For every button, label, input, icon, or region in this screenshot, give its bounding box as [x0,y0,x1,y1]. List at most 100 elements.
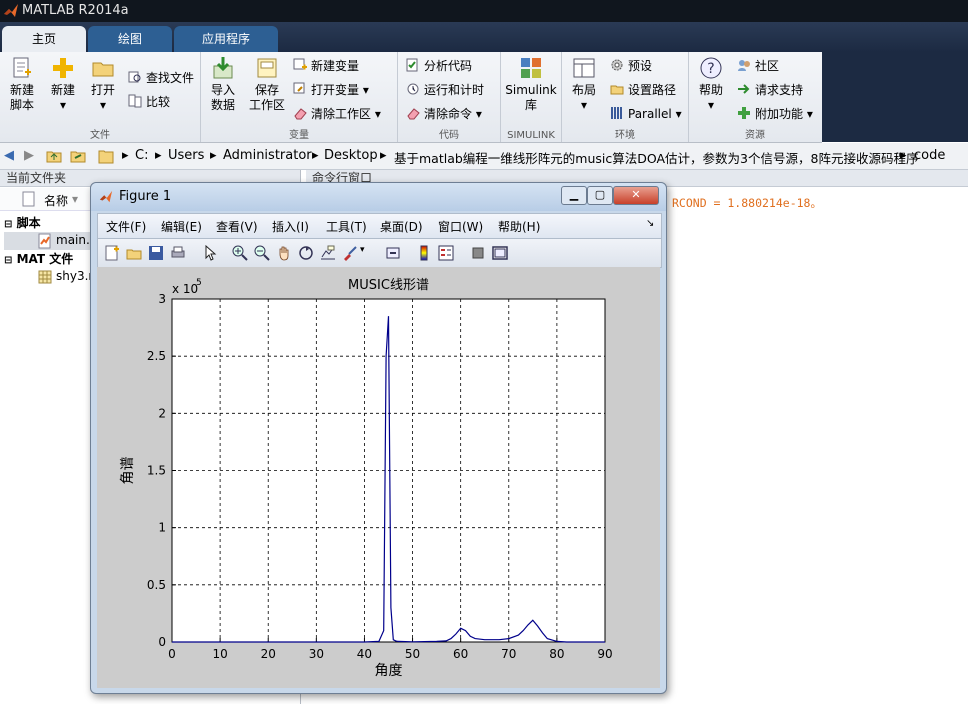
breadcrumb-sep-icon: ▸ [900,148,907,163]
new-variable-button[interactable]: 新建变量 [293,56,359,76]
brush-icon[interactable] [342,245,358,261]
y-tick-label: 3 [158,292,166,306]
breadcrumb-part[interactable]: C: [135,148,148,163]
x-tick-label: 60 [453,647,468,661]
hide-plot-tools-icon[interactable] [470,245,486,261]
community-button[interactable]: 社区 [737,56,779,76]
run-and-time-button[interactable]: 运行和计时 [406,80,484,100]
tab-home[interactable]: 主页 [2,26,86,52]
compare-button[interactable]: 比较 [128,92,170,112]
new-variable-icon [293,58,307,70]
show-plot-tools-icon[interactable] [492,245,508,261]
address-bar: ◀ ▶ ▸ C: ▸ Users ▸ Administrator ▸ Deskt… [0,143,968,170]
help-button[interactable]: ? 帮助 ▾ [693,56,729,113]
collapse-icon[interactable]: ⊟ [4,255,12,266]
preferences-button[interactable]: 预设 [610,56,652,76]
save-icon[interactable] [148,245,164,261]
open-button[interactable]: 打开 ▾ [86,56,120,113]
set-path-button[interactable]: 设置路径 [610,80,676,100]
layout-button[interactable]: 布局 ▾ [566,56,602,113]
minimize-button[interactable]: ▁ [561,186,587,205]
breadcrumb-part[interactable]: code [914,148,945,163]
new-script-button[interactable]: 新建 脚本 [4,56,40,113]
folder-icon [98,150,114,164]
back-icon[interactable]: ◀ [4,148,14,163]
zoom-out-icon[interactable] [254,245,270,261]
open-variable-button[interactable]: 打开变量 ▾ [293,80,369,100]
clear-commands-button[interactable]: 清除命令 ▾ [406,104,482,124]
pan-hand-icon[interactable] [276,245,292,261]
name-column[interactable]: 名称 [44,192,68,209]
simulink-library-button[interactable]: Simulink 库 [505,56,557,113]
breadcrumb-part[interactable]: Administrator [223,148,312,163]
plus-icon [738,107,750,119]
breadcrumb-sep-icon: ▸ [155,148,162,163]
forward-icon[interactable]: ▶ [24,148,34,163]
menu-help[interactable]: 帮助(H) [498,218,540,235]
maximize-button[interactable]: ▢ [587,186,613,205]
breadcrumb-part[interactable]: Users [168,148,204,163]
parallel-icon [611,107,622,119]
menu-view[interactable]: 查看(V) [216,218,258,235]
import-data-button[interactable]: 导入 数据 [205,56,241,113]
simulink-group: Simulink 库 SIMULINK [501,52,562,142]
tab-apps[interactable]: 应用程序 [174,26,278,52]
link-plot-icon[interactable] [386,245,402,261]
figure-menubar: 文件(F) 编辑(E) 查看(V) 插入(I) 工具(T) 桌面(D) 窗口(W… [97,213,662,239]
up-folder-icon[interactable] [46,148,62,164]
x-tick-label: 70 [501,647,516,661]
open-file-icon[interactable] [126,245,142,261]
request-support-button[interactable]: 请求支持 [737,80,803,100]
y-tick-label: 0 [158,635,166,649]
new-figure-icon[interactable] [104,245,120,261]
find-files-button[interactable]: 查找文件 [128,68,194,88]
breadcrumb-part[interactable]: Desktop [324,148,378,163]
chevron-down-icon[interactable]: ▾ [360,245,365,255]
new-button[interactable]: 新建 ▾ [46,56,80,113]
close-icon: ✕ [631,188,641,201]
breadcrumb-sep-icon: ▸ [380,148,387,163]
save-workspace-button[interactable]: 保存 工作区 [247,56,287,113]
figure-titlebar[interactable]: Figure 1 ▁ ▢ ✕ [91,183,666,211]
tree-group-scripts[interactable]: ⊟ 脚本 [4,214,41,231]
analyze-code-button[interactable]: 分析代码 [406,56,472,76]
close-button[interactable]: ✕ [613,186,659,205]
x-tick-label: 0 [168,647,176,661]
chevron-down-icon: ▾ [362,83,369,97]
x-axis-label: 角度 [375,663,403,679]
x-tick-label: 10 [212,647,227,661]
sort-arrow-icon: ▾ [72,192,79,206]
pointer-icon[interactable] [202,245,218,261]
variable-group-label: 变量 [289,130,309,141]
chevron-down-icon: ▾ [59,98,67,112]
ribbon: 新建 脚本 新建 ▾ 打开 ▾ 查找文件 比较 文件 导入 数据 保存 工作区 新建… [0,52,822,143]
colorbar-icon[interactable] [416,245,432,261]
figure-toolbar: ▾ [97,238,662,268]
gear-icon [611,59,623,71]
rotate-3d-icon[interactable] [298,245,314,261]
clear-workspace-button[interactable]: 清除工作区 ▾ [293,104,381,124]
breadcrumb-sep-icon: ▸ [210,148,217,163]
help-icon: ? [700,57,722,79]
browse-folder-icon[interactable] [70,148,86,164]
menu-file[interactable]: 文件(F) [106,218,146,235]
support-icon [738,84,750,94]
menu-tools[interactable]: 工具(T) [326,218,367,235]
menu-insert[interactable]: 插入(I) [272,218,309,235]
zoom-in-icon[interactable] [232,245,248,261]
collapse-icon[interactable]: ⊟ [4,219,12,230]
add-ons-button[interactable]: 附加功能 ▾ [737,104,813,124]
menu-desktop[interactable]: 桌面(D) [380,218,423,235]
breadcrumb-part[interactable]: 基于matlab编程一维线形阵元的music算法DOA估计，参数为3个信号源，8… [394,148,918,167]
tree-group-mat-files[interactable]: ⊟ MAT 文件 [4,250,73,267]
menu-window[interactable]: 窗口(W) [438,218,483,235]
music-spectrum-chart[interactable]: 0 10 20 30 40 50 60 70 80 90 0 0.5 1 1.5 2 2.5 3 MUSIC线形谱… [97,267,660,688]
simulink-group-label: SIMULINK [507,130,555,141]
legend-icon[interactable] [438,245,454,261]
parallel-button[interactable]: Parallel ▾ [610,104,682,124]
data-cursor-icon[interactable] [320,245,336,261]
tab-plots[interactable]: 绘图 [88,26,172,52]
print-icon[interactable] [170,245,186,261]
menu-edit[interactable]: 编辑(E) [161,218,202,235]
dock-arrow-icon[interactable]: ↘ [646,218,654,229]
